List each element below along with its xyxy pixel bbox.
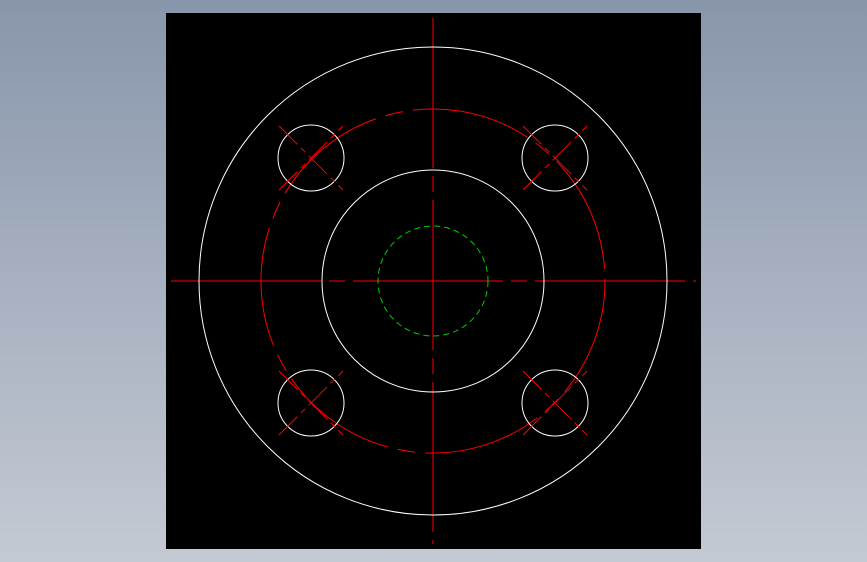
bolt-hole-top-right <box>521 124 589 192</box>
bolt-hole-top-left <box>277 124 345 192</box>
bolt-hole-bottom-left <box>277 369 345 437</box>
cad-drawing-viewport[interactable] <box>166 13 701 549</box>
flange-drawing <box>171 18 696 544</box>
bolt-hole-bottom-right <box>521 369 589 437</box>
